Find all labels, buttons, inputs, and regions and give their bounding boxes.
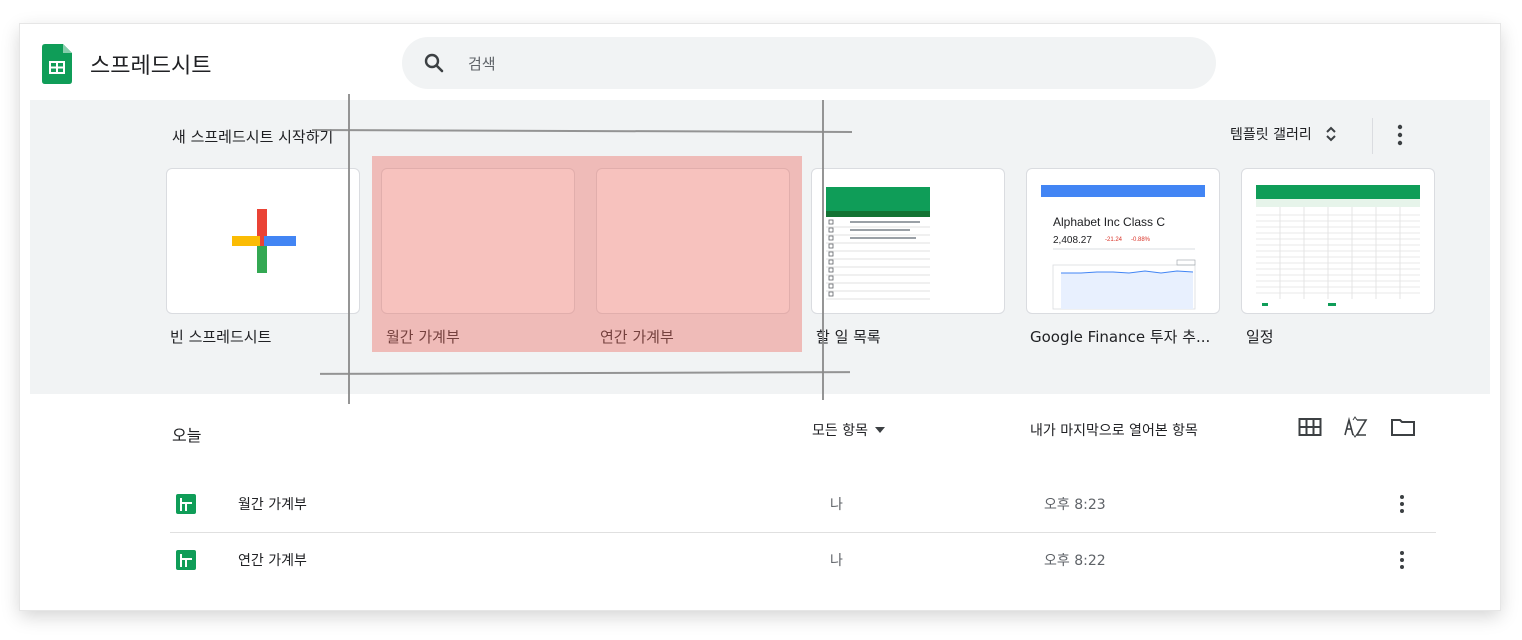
unfold-icon: [1326, 126, 1336, 142]
sheets-home-window: 스프레드시트 새 스프레드시트 시작하기 템플릿 갤러리: [20, 24, 1500, 610]
folder-icon[interactable]: [1390, 417, 1416, 437]
grid-view-icon[interactable]: [1298, 417, 1322, 437]
sheets-file-icon: [176, 494, 196, 514]
app-title: 스프레드시트: [90, 54, 212, 79]
template-gallery-label: 템플릿 갤러리: [1230, 127, 1312, 143]
template-label: 일정: [1246, 328, 1274, 346]
template-gallery-button[interactable]: 템플릿 갤러리: [1230, 124, 1338, 144]
divider: [1372, 118, 1373, 154]
template-card-blank[interactable]: [166, 168, 360, 314]
owner-filter-label: 모든 항목: [812, 423, 868, 439]
section-label-today: 오늘: [172, 426, 202, 445]
annotation-line: [348, 94, 350, 404]
annotation-line: [822, 100, 824, 400]
search-input[interactable]: [466, 51, 1170, 77]
template-label: 할 일 목록: [816, 328, 881, 346]
template-label: Google Finance 투자 추...: [1030, 328, 1211, 346]
schedule-preview-thumbnail: [1256, 185, 1420, 306]
template-band: 새 스프레드시트 시작하기 템플릿 갤러리 빈 스프레드시트 월간 가계부 연간…: [30, 100, 1490, 394]
file-owner: 나: [830, 553, 843, 569]
more-vert-icon[interactable]: [1392, 548, 1412, 572]
more-vert-icon[interactable]: [1392, 492, 1412, 516]
sort-az-icon[interactable]: [1344, 416, 1368, 438]
sort-by-last-opened[interactable]: 내가 마지막으로 열어본 항목: [1030, 420, 1198, 440]
file-last-opened: 오후 8:22: [1044, 553, 1106, 569]
todo-preview-thumbnail: [826, 187, 930, 300]
owner-filter-dropdown[interactable]: 모든 항목: [812, 420, 886, 440]
sheets-file-icon: [176, 550, 196, 570]
view-controls: [1298, 416, 1416, 438]
template-label: 빈 스프레드시트: [170, 328, 272, 346]
finance-preview-chart: [1052, 248, 1196, 310]
caret-down-icon: [874, 427, 885, 433]
search-icon[interactable]: [422, 51, 446, 75]
file-last-opened: 오후 8:23: [1044, 497, 1106, 513]
file-name: 월간 가계부: [238, 497, 307, 513]
file-row[interactable]: 월간 가계부 나 오후 8:23: [170, 476, 1436, 533]
more-vert-icon[interactable]: [1390, 122, 1410, 148]
highlight-overlay: [372, 156, 802, 352]
file-owner: 나: [830, 497, 843, 513]
template-heading: 새 스프레드시트 시작하기: [172, 128, 334, 146]
file-list-header: 오늘 모든 항목 내가 마지막으로 열어본 항목: [20, 394, 1500, 464]
sheets-logo-icon[interactable]: [42, 44, 72, 84]
plus-icon: [232, 209, 296, 273]
top-bar: 스프레드시트: [20, 24, 1500, 100]
template-card-todo-list[interactable]: [811, 168, 1005, 314]
template-card-google-finance[interactable]: Alphabet Inc Class C 2,408.27 -21.24 -0.…: [1026, 168, 1220, 314]
file-row[interactable]: 연간 가계부 나 오후 8:22: [170, 532, 1436, 588]
file-name: 연간 가계부: [238, 553, 307, 569]
search-bar[interactable]: [402, 37, 1216, 89]
template-card-schedule[interactable]: [1241, 168, 1435, 314]
